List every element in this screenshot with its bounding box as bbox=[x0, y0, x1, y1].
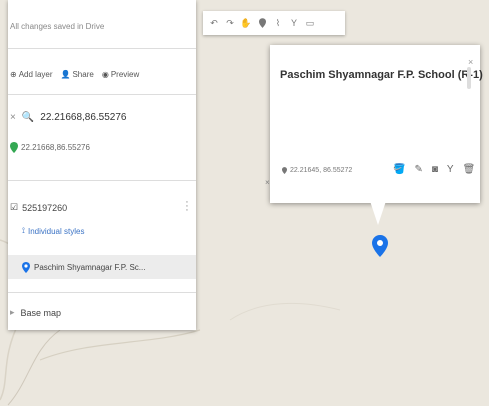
directions-icon[interactable]: Y bbox=[287, 15, 301, 31]
redo-icon[interactable]: ↷ bbox=[223, 15, 237, 31]
add-layer-button[interactable]: ⊕ Add layer bbox=[10, 70, 53, 79]
marker-icon[interactable] bbox=[255, 15, 269, 31]
basemap-label: Base map bbox=[20, 307, 62, 318]
preview-button[interactable]: ◉ Preview bbox=[102, 70, 139, 79]
save-status: All changes saved in Drive bbox=[10, 22, 105, 31]
hand-icon[interactable]: ✋ bbox=[239, 15, 253, 31]
layer-name[interactable]: 525197260 bbox=[22, 203, 67, 213]
divider bbox=[8, 180, 196, 181]
map-toolbar: ↶ ↷ ✋ ⌇ Y ▭ bbox=[203, 11, 345, 35]
close-search-icon[interactable]: × bbox=[10, 112, 16, 123]
undo-icon[interactable]: ↶ bbox=[207, 15, 221, 31]
result-pin-icon bbox=[10, 142, 18, 153]
layer-checkbox[interactable]: ☑ bbox=[10, 202, 18, 213]
expand-arrow-icon: ▸ bbox=[10, 307, 15, 317]
map-point-icon[interactable]: × bbox=[265, 178, 270, 187]
edit-icon[interactable]: ✎ bbox=[414, 164, 422, 175]
layers-panel: All changes saved in Drive ⊕ Add layer 👤 S… bbox=[8, 0, 196, 330]
item-pin-icon bbox=[22, 261, 30, 273]
camera-icon[interactable]: ◙ bbox=[432, 164, 438, 175]
info-card-coords: 22.21645, 86.55272 bbox=[282, 167, 352, 174]
share-icon: 👤 bbox=[60, 70, 71, 79]
card-pointer-mask bbox=[370, 200, 386, 202]
divider bbox=[8, 292, 196, 293]
share-button[interactable]: 👤 Share bbox=[61, 70, 94, 79]
divider bbox=[8, 94, 196, 95]
layer-menu-icon[interactable]: · · · bbox=[184, 197, 190, 216]
layer-item-label: Paschim Shyamnagar F.P. Sc... bbox=[34, 262, 146, 272]
ruler-icon[interactable]: ▭ bbox=[303, 15, 317, 31]
line-icon[interactable]: ⌇ bbox=[271, 15, 285, 31]
search-result-label: 22.21668,86.55276 bbox=[21, 143, 90, 152]
style-icon: ⟟ bbox=[22, 226, 25, 235]
preview-icon: ◉ bbox=[101, 70, 109, 79]
info-card-title: Paschim Shyamnagar F.P. School (R-1) bbox=[280, 69, 483, 81]
coords-pin-icon bbox=[282, 167, 287, 174]
divider bbox=[8, 48, 196, 49]
selected-place-pin[interactable] bbox=[372, 235, 388, 262]
basemap-row[interactable]: ▸ Base map bbox=[10, 307, 61, 318]
layer-style-label: Individual styles bbox=[27, 226, 85, 236]
delete-icon[interactable]: 🗑 bbox=[463, 164, 476, 175]
card-toolbar: 🪣 ✎ ◙ Y 🗑 bbox=[393, 164, 475, 175]
search-query[interactable]: 22.21668,86.55276 bbox=[40, 112, 126, 123]
card-pointer bbox=[370, 201, 386, 225]
directions-icon[interactable]: Y bbox=[447, 164, 454, 175]
search-row: × 🔍 22.21668,86.55276 bbox=[10, 112, 127, 123]
card-scrollbar[interactable] bbox=[467, 67, 471, 89]
layer-row: ☑ 525197260 bbox=[10, 202, 67, 213]
search-result[interactable]: 22.21668,86.55276 bbox=[10, 142, 90, 153]
close-icon[interactable]: × bbox=[468, 57, 473, 67]
layer-style-link[interactable]: ⟟ Individual styles bbox=[22, 226, 84, 236]
info-card: Paschim Shyamnagar F.P. School (R-1) × 2… bbox=[270, 45, 483, 203]
place-pin-icon bbox=[372, 235, 388, 257]
panel-actions: ⊕ Add layer 👤 Share ◉ Preview bbox=[10, 70, 139, 79]
info-card-coords-label: 22.21645, 86.55272 bbox=[290, 167, 353, 174]
search-icon: 🔍 bbox=[21, 112, 35, 123]
add-layer-icon: ⊕ bbox=[10, 70, 17, 79]
layer-item[interactable]: Paschim Shyamnagar F.P. Sc... bbox=[8, 255, 196, 279]
style-paint-icon[interactable]: 🪣 bbox=[393, 164, 405, 175]
